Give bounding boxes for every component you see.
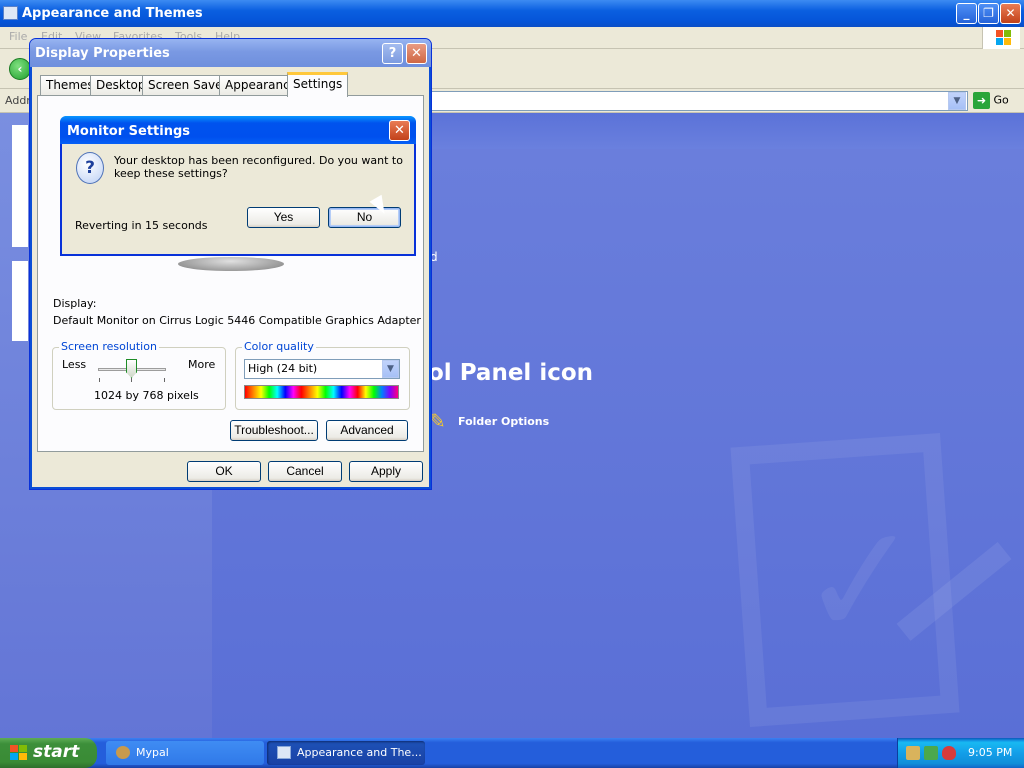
display-adapter-name: Default Monitor on Cirrus Logic 5446 Com… <box>53 314 421 327</box>
tray-app-icon[interactable] <box>924 746 938 760</box>
task-pane-box <box>12 261 28 341</box>
chevron-down-icon[interactable]: ▼ <box>382 360 399 378</box>
color-quality-legend: Color quality <box>242 340 316 353</box>
less-label: Less <box>62 358 87 371</box>
more-label: More <box>188 358 216 371</box>
clock[interactable]: 9:05 PM <box>968 746 1012 759</box>
tab-settings[interactable]: Settings <box>287 72 349 97</box>
slider-tick <box>99 378 100 382</box>
color-spectrum-preview <box>244 385 399 399</box>
taskbar-item-label: Appearance and The... <box>297 746 422 759</box>
go-label: Go <box>993 93 1009 107</box>
close-button[interactable]: ✕ <box>389 120 410 141</box>
start-button[interactable]: start <box>0 738 97 768</box>
color-quality-value: High (24 bit) <box>248 362 318 375</box>
start-label: start <box>33 742 80 762</box>
display-label: Display: <box>53 297 97 310</box>
control-panel-icon <box>277 746 291 759</box>
cancel-button[interactable]: Cancel <box>268 461 342 482</box>
task-pane-box <box>12 125 28 247</box>
control-panel-heading: ol Panel icon <box>428 360 594 386</box>
back-arrow-icon[interactable]: ‹ <box>9 58 31 80</box>
help-button[interactable]: ? <box>382 43 403 64</box>
security-shield-icon[interactable] <box>942 746 956 760</box>
taskbar-item-appearance[interactable]: Appearance and The... <box>267 741 425 765</box>
explorer-title: Appearance and Themes <box>22 6 203 21</box>
checklist-watermark-icon: ✓ <box>730 433 1012 727</box>
confirmation-message: Your desktop has been reconfigured. Do y… <box>114 154 403 180</box>
address-input[interactable] <box>420 91 968 111</box>
resolution-value: 1024 by 768 pixels <box>94 389 199 402</box>
taskbar-item-mypal[interactable]: Mypal <box>106 741 264 765</box>
restore-button[interactable]: ❐ <box>978 3 999 24</box>
display-properties-dialog: Display Properties ? ✕ Themes Desktop Sc… <box>29 38 432 490</box>
folder-icon <box>3 6 18 20</box>
network-icon[interactable] <box>906 746 920 760</box>
ok-button[interactable]: OK <box>187 461 261 482</box>
menu-file[interactable]: File <box>9 30 27 43</box>
apply-button[interactable]: Apply <box>349 461 423 482</box>
advanced-button[interactable]: Advanced <box>326 420 408 441</box>
color-quality-select[interactable]: High (24 bit) <box>244 359 400 379</box>
go-button[interactable]: ➜ Go <box>973 92 1021 110</box>
monitor-settings-dialog: Monitor Settings ✕ ? Your desktop has be… <box>60 116 416 256</box>
minimize-button[interactable]: _ <box>956 3 977 24</box>
slider-tick <box>164 378 165 382</box>
go-arrow-icon: ➜ <box>973 92 990 109</box>
explorer-title-bar[interactable]: Appearance and Themes _ ❐ ✕ <box>0 0 1024 27</box>
folder-options-link[interactable]: Folder Options <box>458 415 549 428</box>
dialog-title: Monitor Settings <box>67 124 191 139</box>
windows-flag-icon <box>10 745 27 760</box>
taskbar-item-label: Mypal <box>136 746 169 759</box>
question-icon: ? <box>76 152 104 184</box>
folder-options-icon[interactable]: ✎ <box>429 409 453 433</box>
windows-logo-icon <box>982 27 1020 49</box>
monitor-stand <box>178 257 284 271</box>
close-button[interactable]: ✕ <box>1000 3 1021 24</box>
close-button[interactable]: ✕ <box>406 43 427 64</box>
monitor-settings-title-bar[interactable]: Monitor Settings ✕ <box>60 116 416 144</box>
display-properties-title-bar[interactable]: Display Properties ? ✕ <box>30 39 431 67</box>
mypal-icon <box>116 746 130 759</box>
dialog-title: Display Properties <box>35 46 170 61</box>
troubleshoot-button[interactable]: Troubleshoot... <box>230 420 318 441</box>
yes-button[interactable]: Yes <box>247 207 320 228</box>
revert-countdown: Reverting in 15 seconds <box>75 219 208 232</box>
chevron-down-icon[interactable]: ▼ <box>948 92 966 110</box>
screen-resolution-legend: Screen resolution <box>59 340 159 353</box>
slider-tick <box>131 378 132 382</box>
